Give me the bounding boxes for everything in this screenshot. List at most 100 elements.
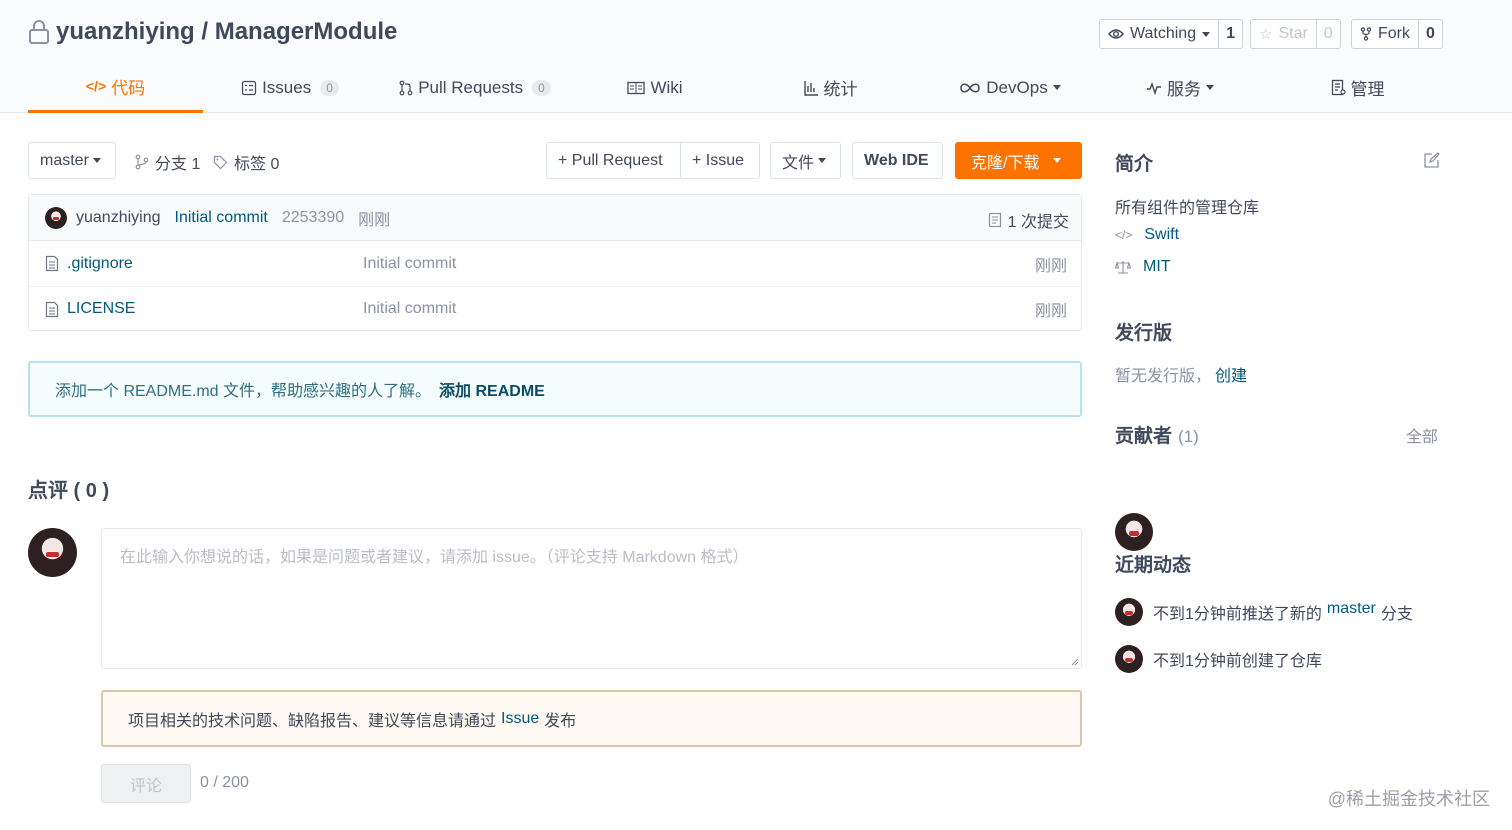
file-menu-label: 文件 [782, 154, 815, 172]
tab-stats[interactable]: 统计 [785, 62, 875, 113]
repo-separator: / [194, 18, 215, 45]
fork-icon [1360, 27, 1372, 41]
file-commit-message[interactable]: Initial commit [363, 255, 456, 273]
chevron-down-icon [1206, 85, 1214, 90]
file-icon [45, 301, 59, 317]
manage-icon [1331, 79, 1346, 96]
code-icon: </> [1115, 228, 1133, 242]
file-commit-message[interactable]: Initial commit [363, 300, 456, 318]
create-release-link[interactable]: 创建 [1215, 362, 1247, 386]
readme-tip: 添加一个 README.md 文件，帮助感兴趣的人了解。 添加 README [28, 361, 1082, 417]
tab-manage[interactable]: 管理 [1310, 62, 1405, 113]
tab-code[interactable]: </> 代码 [28, 62, 203, 113]
clone-download-button[interactable]: 克隆/下载 [955, 142, 1082, 179]
fork-count[interactable]: 0 [1419, 20, 1442, 48]
web-ide-button[interactable]: Web IDE [852, 142, 943, 179]
watch-count[interactable]: 1 [1219, 20, 1242, 48]
new-pull-request-button[interactable]: + Pull Request [546, 142, 681, 179]
activity-item: 不到1分钟前推送了新的 master 分支 [1115, 598, 1413, 626]
commit-author[interactable]: yuanzhiying [76, 209, 161, 227]
language-link[interactable]: Swift [1144, 226, 1179, 244]
comment-textarea[interactable]: 在此输入你想说的话，如果是问题或者建议，请添加 issue。（评论支持 Mark… [101, 528, 1082, 669]
branches-link[interactable]: 分支 1 [135, 150, 200, 174]
chevron-down-icon [1053, 158, 1062, 163]
issue-tip-link[interactable]: Issue [501, 710, 539, 728]
stats-icon [803, 80, 818, 96]
commits-count-link[interactable]: 1 次提交 [988, 208, 1069, 232]
tab-manage-label: 管理 [1350, 80, 1385, 99]
fork-button[interactable]: Fork [1352, 20, 1419, 48]
watch-button[interactable]: Watching [1100, 20, 1220, 48]
branch-select-label: master [40, 151, 89, 169]
commit-time: 刚刚 [358, 211, 391, 229]
tab-pull-requests-label: Pull Requests [418, 77, 524, 97]
repo-owner-link[interactable]: yuanzhiying [56, 18, 195, 46]
commit-hash[interactable]: 2253390 [282, 209, 344, 227]
infinity-icon [960, 82, 981, 93]
pull-request-icon [399, 80, 413, 95]
chevron-down-icon [1202, 31, 1211, 37]
comment-placeholder: 在此输入你想说的话，如果是问题或者建议，请添加 issue。（评论支持 Mark… [120, 549, 749, 566]
tab-devops[interactable]: DevOps [940, 62, 1080, 113]
last-commit-row: yuanzhiying Initial commit 2253390 刚刚 1 … [29, 195, 1081, 241]
add-readme-link[interactable]: 添加 README [439, 377, 545, 401]
activity-title: 近期动态 [1115, 555, 1192, 576]
avatar[interactable] [1115, 513, 1153, 551]
issue-tip: 项目相关的技术问题、缺陷报告、建议等信息请通过 Issue 发布 [101, 690, 1082, 747]
file-name-link[interactable]: .gitignore [67, 255, 133, 273]
contributors-all-link[interactable]: 全部 [1406, 423, 1438, 447]
lock-icon [29, 20, 49, 44]
file-row[interactable]: LICENSE Initial commit 刚刚 [29, 286, 1081, 331]
activity-suffix: 分支 [1380, 606, 1413, 623]
branch-select[interactable]: master [28, 142, 116, 179]
file-menu-button[interactable]: 文件 [770, 142, 841, 179]
resize-handle-icon[interactable] [1069, 656, 1079, 666]
tag-icon [213, 155, 228, 169]
contributors-title: 贡献者 (1) [1115, 421, 1199, 448]
tab-devops-label: DevOps [986, 77, 1048, 97]
commits-count-label: 1 次提交 [1007, 214, 1069, 231]
avatar[interactable] [1115, 645, 1143, 673]
commit-message-link[interactable]: Initial commit [175, 209, 268, 227]
tab-issues[interactable]: Issues 0 [225, 62, 355, 113]
eye-icon [1108, 29, 1124, 39]
tab-pull-requests[interactable]: Pull Requests 0 [385, 62, 565, 113]
comments-title: 点评 ( 0 ) [28, 480, 110, 502]
star-icon: ☆ [1259, 26, 1273, 43]
commit-list-icon [988, 212, 1001, 228]
issues-icon [241, 80, 257, 95]
tab-wiki-label: Wiki [650, 77, 683, 97]
file-row[interactable]: .gitignore Initial commit 刚刚 [29, 241, 1081, 286]
file-commit-time: 刚刚 [1034, 257, 1067, 275]
readme-tip-text: 添加一个 README.md 文件，帮助感兴趣的人了解。 [55, 383, 432, 400]
releases-empty: 暂无发行版， 创建 [1115, 362, 1247, 386]
issue-tip-suffix: 发布 [544, 712, 577, 730]
file-icon [45, 255, 59, 272]
contributors-title-label: 贡献者 [1115, 426, 1173, 447]
tab-wiki[interactable]: Wiki [610, 62, 700, 113]
chevron-down-icon [1052, 85, 1061, 90]
avatar[interactable] [1115, 598, 1143, 626]
file-name-link[interactable]: LICENSE [67, 300, 135, 318]
repo-name-link[interactable]: ManagerModule [215, 18, 398, 46]
star-count[interactable]: 0 [1317, 20, 1340, 48]
repo-header: yuanzhiying / ManagerModule Watching 1 ☆… [0, 0, 1512, 113]
file-table: yuanzhiying Initial commit 2253390 刚刚 1 … [28, 194, 1082, 331]
activity-branch-link[interactable]: master [1327, 600, 1376, 624]
tab-services[interactable]: 服务 [1120, 62, 1240, 113]
watch-button-group[interactable]: Watching 1 [1099, 19, 1244, 49]
tags-link[interactable]: 标签 0 [213, 150, 279, 174]
star-button-group[interactable]: ☆ Star 0 [1250, 19, 1341, 49]
star-button[interactable]: ☆ Star [1251, 20, 1317, 48]
edit-icon[interactable] [1423, 152, 1440, 169]
fork-button-group[interactable]: Fork 0 [1351, 19, 1443, 49]
new-issue-button[interactable]: + Issue [680, 142, 760, 179]
language-item: </> Swift [1115, 226, 1179, 244]
avatar[interactable] [45, 206, 67, 229]
clone-download-label: 克隆/下载 [971, 154, 1040, 172]
submit-comment-button[interactable]: 评论 [101, 764, 191, 803]
license-link[interactable]: MIT [1143, 258, 1171, 276]
intro-title: 简介 [1115, 154, 1154, 175]
activity-text: 不到1分钟前推送了新的 [1153, 606, 1322, 623]
releases-empty-text: 暂无发行版， [1115, 368, 1212, 385]
